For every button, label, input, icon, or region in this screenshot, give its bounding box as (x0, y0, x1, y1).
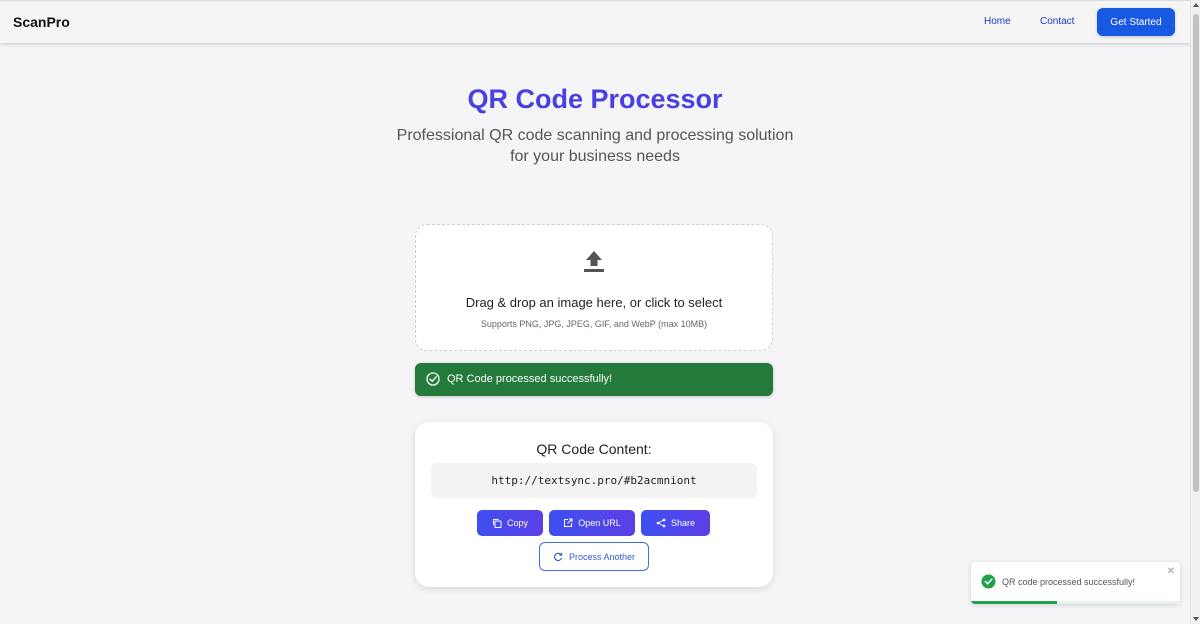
share-button[interactable]: Share (641, 510, 710, 536)
scroll-down-arrow-icon[interactable] (1193, 617, 1199, 621)
nav-link-home[interactable]: Home (984, 16, 1011, 27)
image-dropzone[interactable] (415, 224, 773, 351)
scroll-up-arrow-icon[interactable] (1193, 3, 1199, 7)
toast-message: QR code processed successfully! (1002, 577, 1136, 587)
external-link-icon (564, 518, 573, 527)
toast-progress-bar (971, 601, 1057, 604)
close-icon[interactable]: ✕ (1167, 566, 1175, 577)
success-alert: QR Code processed successfully! (415, 363, 773, 396)
copy-button[interactable]: Copy (477, 510, 543, 536)
open-url-button[interactable]: Open URL (549, 510, 635, 536)
refresh-icon (553, 552, 563, 561)
success-message: QR Code processed successfully! (447, 373, 613, 385)
check-circle-icon (981, 574, 996, 589)
top-navbar: ScanPro Home Contact Get Started (0, 0, 1190, 43)
qr-content-value[interactable]: http://textsync.pro/#b2acmniont (431, 463, 757, 498)
copy-icon (492, 519, 502, 528)
process-another-button[interactable]: Process Another (539, 542, 649, 571)
dropzone-prompt: Drag & drop an image here, or click to s… (465, 295, 723, 310)
copy-label: Copy (506, 518, 528, 528)
page-scrollbar[interactable] (1190, 0, 1200, 624)
result-title: QR Code Content: (536, 441, 652, 457)
get-started-button[interactable]: Get Started (1097, 8, 1175, 36)
upload-icon (584, 251, 604, 272)
share-icon (656, 518, 666, 528)
dropzone-hint: Supports PNG, JPG, JPEG, GIF, and WebP (… (480, 319, 708, 329)
open-url-label: Open URL (578, 518, 621, 528)
check-circle-icon (426, 372, 440, 386)
page-title: QR Code Processor (467, 84, 723, 114)
process-another-label: Process Another (568, 551, 636, 562)
page-subtitle: Professional QR code scanning and proces… (396, 127, 794, 165)
success-toast: QR code processed successfully! ✕ (971, 562, 1180, 604)
scrollbar-thumb[interactable] (1193, 14, 1199, 492)
brand-logo[interactable]: ScanPro (13, 14, 70, 30)
qr-result-card: QR Code Content: http://textsync.pro/#b2… (415, 422, 773, 587)
nav-link-contact[interactable]: Contact (1040, 16, 1074, 27)
share-label: Share (670, 518, 696, 528)
